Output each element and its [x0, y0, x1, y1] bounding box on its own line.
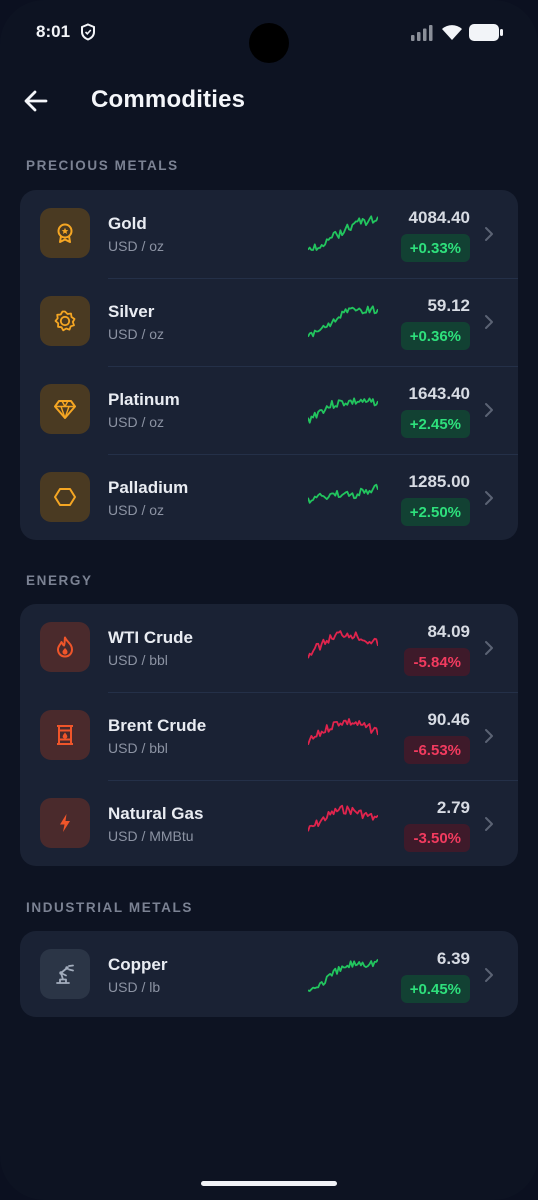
commodity-name: Platinum — [108, 390, 180, 409]
hexagon-icon — [40, 472, 90, 522]
section-header-industrial-metals: INDUSTRIAL METALS — [26, 900, 193, 915]
sparkline-path — [308, 215, 378, 251]
row-divider — [108, 780, 518, 781]
camera-cutout — [249, 23, 289, 63]
sparkline-chart — [308, 483, 378, 504]
section-header-precious-metals: PRECIOUS METALS — [26, 158, 179, 173]
commodity-price: 84.09 — [427, 622, 470, 641]
app-header: Commodities — [0, 78, 538, 124]
commodity-unit: USD / bbl — [108, 740, 168, 756]
phone-screen: 8:01 Commodities PRECIOUS METALS Gold USD… — [0, 0, 538, 1200]
commodity-name: Copper — [108, 955, 168, 974]
change-badge: +2.50% — [400, 498, 470, 526]
commodity-unit: USD / oz — [108, 414, 165, 430]
chevron-right-icon — [485, 968, 493, 982]
change-badge: -6.53% — [404, 736, 470, 764]
commodity-row-brent-crude[interactable]: Brent Crude USD / bbl 90.46 -6.53% — [20, 692, 518, 780]
commodity-unit: USD / lb — [108, 979, 161, 995]
commodity-row-platinum[interactable]: Platinum USD / oz 1643.40 +2.45% — [20, 366, 518, 454]
medal-icon — [40, 208, 90, 258]
oil-barrel-icon — [40, 710, 90, 760]
sparkline-chart — [308, 718, 378, 746]
chevron-right-icon — [485, 227, 493, 241]
commodity-row-natural-gas[interactable]: Natural Gas USD / MMBtu 2.79 -3.50% — [20, 780, 518, 868]
sparkline-chart — [308, 630, 378, 659]
commodity-price: 2.79 — [436, 798, 470, 817]
sparkline-path — [308, 630, 378, 659]
commodity-unit: USD / oz — [108, 502, 165, 518]
chevron-right-icon — [485, 491, 493, 505]
commodity-name: Silver — [108, 302, 155, 321]
change-badge: +0.45% — [400, 975, 470, 1003]
commodity-row-palladium[interactable]: Palladium USD / oz 1285.00 +2.50% — [20, 454, 518, 542]
commodity-name: Palladium — [108, 478, 189, 497]
commodity-name: WTI Crude — [108, 628, 193, 647]
chevron-right-icon — [485, 817, 493, 831]
row-divider — [108, 366, 518, 367]
commodity-name: Natural Gas — [108, 804, 204, 823]
chevron-right-icon — [485, 403, 493, 417]
lightning-icon — [40, 798, 90, 848]
chevron-right-icon — [485, 641, 493, 655]
signal-icon — [411, 25, 433, 41]
row-divider — [108, 454, 518, 455]
sparkline-path — [308, 305, 378, 338]
sparkline-chart — [308, 958, 378, 992]
commodity-price: 90.46 — [427, 710, 470, 729]
commodity-unit: USD / oz — [108, 326, 165, 342]
commodity-price: 59.12 — [427, 296, 470, 315]
flame-icon — [40, 622, 90, 672]
commodity-price: 6.39 — [436, 949, 470, 968]
back-arrow-icon[interactable] — [22, 87, 50, 115]
sparkline-path — [308, 804, 378, 832]
sparkline-chart — [308, 804, 378, 832]
status-time: 8:01 — [36, 22, 71, 41]
sparkline-path — [308, 483, 378, 504]
commodity-row-gold[interactable]: Gold USD / oz 4084.40 +0.33% — [20, 190, 518, 278]
commodity-name: Gold — [108, 214, 147, 233]
commodity-price: 1285.00 — [408, 472, 470, 491]
sparkline-path — [308, 397, 378, 424]
precious-metals-card: Gold USD / oz 4084.40 +0.33% Silver USD / oz… — [20, 190, 518, 540]
change-badge: -3.50% — [404, 824, 470, 852]
commodity-row-wti-crude[interactable]: WTI Crude USD / bbl 84.09 -5.84% — [20, 604, 518, 692]
chevron-right-icon — [485, 315, 493, 329]
sparkline-path — [308, 718, 378, 746]
status-bar: 8:01 — [0, 0, 538, 64]
wifi-icon — [442, 25, 462, 40]
diamond-icon — [40, 384, 90, 434]
change-badge: +0.33% — [400, 234, 470, 262]
badge-icon — [40, 296, 90, 346]
commodity-name: Brent Crude — [108, 716, 207, 735]
shield-icon — [81, 23, 95, 41]
row-divider — [108, 692, 518, 693]
battery-icon — [469, 24, 503, 41]
change-badge: +2.45% — [400, 410, 470, 438]
robot-arm-icon — [40, 949, 90, 999]
industrial-metals-card: Copper USD / lb 6.39 +0.45% — [20, 931, 518, 1017]
row-divider — [108, 278, 518, 279]
change-badge: +0.36% — [400, 322, 470, 350]
home-indicator — [201, 1181, 337, 1186]
commodity-row-copper[interactable]: Copper USD / lb 6.39 +0.45% — [20, 931, 518, 1017]
commodity-price: 1643.40 — [408, 384, 470, 403]
commodity-unit: USD / MMBtu — [108, 828, 194, 844]
page-title: Commodities — [91, 86, 246, 113]
sparkline-chart — [308, 215, 378, 251]
commodity-price: 4084.40 — [408, 208, 470, 227]
commodity-unit: USD / bbl — [108, 652, 168, 668]
section-header-energy: ENERGY — [26, 573, 93, 588]
sparkline-path — [308, 958, 378, 992]
commodity-row-silver[interactable]: Silver USD / oz 59.12 +0.36% — [20, 278, 518, 366]
sparkline-chart — [308, 305, 378, 338]
sparkline-chart — [308, 397, 378, 424]
energy-card: WTI Crude USD / bbl 84.09 -5.84% Brent Crud… — [20, 604, 518, 866]
commodity-unit: USD / oz — [108, 238, 165, 254]
change-badge: -5.84% — [404, 648, 470, 676]
chevron-right-icon — [485, 729, 493, 743]
